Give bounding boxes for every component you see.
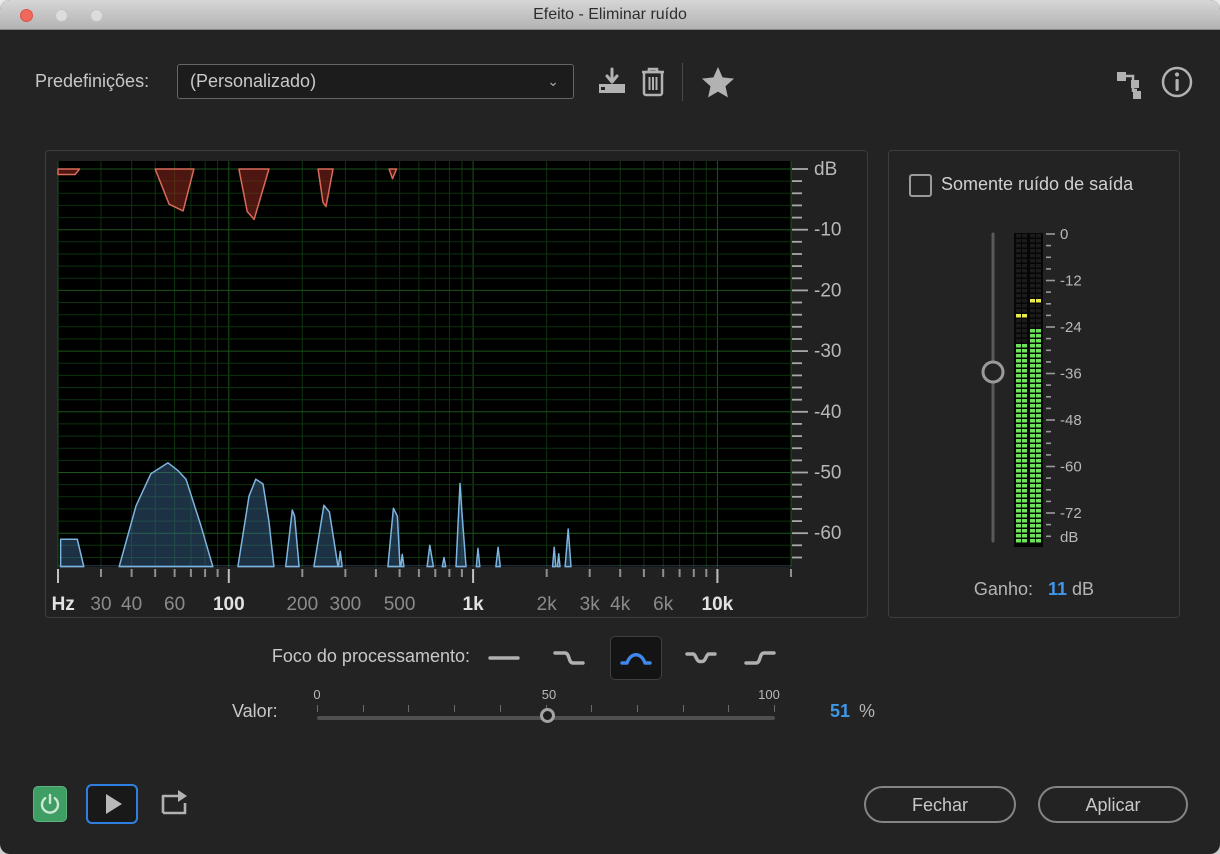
channel-map-button[interactable] bbox=[1112, 66, 1150, 102]
valor-tick bbox=[636, 705, 638, 712]
db-ruler: dB -10 -20 -30 -40 -50 -60 bbox=[792, 159, 841, 559]
trash-icon bbox=[642, 67, 664, 97]
spectrum-graph-panel[interactable]: Hz 30 40 60 100 200 300 500 1k 2k 3k 4k 6k 10k dB -10 -2… bbox=[45, 150, 868, 618]
gain-slider-knob[interactable] bbox=[981, 360, 1005, 384]
meter-scale-label: -60 bbox=[1060, 459, 1082, 476]
focus-focus-high-icon bbox=[744, 651, 776, 665]
db-ruler-label: dB bbox=[814, 159, 837, 180]
focus-focus-extremes-icon bbox=[685, 652, 717, 664]
meter-scale-label: -12 bbox=[1060, 273, 1082, 290]
valor-tick bbox=[408, 705, 410, 712]
meter-scale-label: -36 bbox=[1060, 366, 1082, 383]
titlebar[interactable]: Efeito - Eliminar ruído bbox=[0, 0, 1220, 30]
focus-option-focus-mid[interactable] bbox=[610, 636, 662, 680]
x-axis-label: 40 bbox=[121, 594, 142, 615]
meter-scale-unit: dB bbox=[1060, 529, 1078, 546]
x-axis-label: Hz bbox=[52, 594, 75, 615]
valor-tick bbox=[317, 705, 318, 712]
meter-scale: 0 -12 -24 -36 -48 -60 -72 dB bbox=[1046, 226, 1082, 546]
gain-row: Ganho: 11 dB bbox=[889, 579, 1179, 600]
gain-label: Ganho: bbox=[973, 579, 1033, 599]
valor-tick bbox=[454, 705, 456, 712]
info-icon bbox=[1161, 66, 1193, 98]
valor-tick bbox=[362, 705, 364, 712]
x-axis-label: 60 bbox=[164, 594, 185, 615]
valor-value-number: 51 bbox=[830, 701, 851, 721]
presets-dropdown-value: (Personalizado) bbox=[190, 71, 317, 91]
meter-scale-label: -72 bbox=[1060, 505, 1082, 522]
x-axis-label: 100 bbox=[213, 594, 245, 615]
preview-play-button[interactable] bbox=[86, 784, 138, 824]
x-axis-label: 500 bbox=[384, 594, 416, 615]
meter-scale-label: -48 bbox=[1060, 412, 1082, 429]
valor-scale-min: 0 bbox=[313, 687, 321, 702]
x-axis-label: 300 bbox=[330, 594, 362, 615]
valor-scale-mid: 50 bbox=[541, 687, 557, 702]
x-axis-label: 200 bbox=[286, 594, 318, 615]
gain-unit: dB bbox=[1072, 579, 1095, 599]
focus-option-full-range[interactable] bbox=[478, 636, 530, 680]
x-axis: Hz 30 40 60 100 200 300 500 1k 2k 3k 4k 6k 10k bbox=[52, 569, 792, 615]
processing-focus-label: Foco do processamento: bbox=[271, 646, 470, 666]
meter-scale-label: 0 bbox=[1060, 226, 1068, 243]
spectrum-plot: Hz 30 40 60 100 200 300 500 1k 2k 3k 4k 6k 10k dB -10 -2… bbox=[52, 159, 842, 615]
db-ruler-label: -10 bbox=[814, 220, 841, 241]
meter-scale-label: -24 bbox=[1060, 319, 1082, 336]
signal-baseline bbox=[58, 565, 791, 567]
focus-option-focus-extremes[interactable] bbox=[675, 636, 727, 680]
focus-focus-mid-icon bbox=[620, 653, 652, 665]
window-title: Efeito - Eliminar ruído bbox=[533, 6, 687, 23]
save-preset-button[interactable] bbox=[593, 64, 631, 100]
x-axis-label: 1k bbox=[463, 594, 485, 615]
gain-value[interactable]: 11 bbox=[1048, 579, 1067, 599]
db-ruler-label: -40 bbox=[814, 402, 841, 423]
db-ruler-label: -50 bbox=[814, 463, 841, 484]
valor-scale-max: 100 bbox=[758, 687, 780, 702]
gain-slider-and-level-meter: 0 -12 -24 -36 -48 -60 -72 dB bbox=[981, 226, 1082, 547]
close-button[interactable]: Fechar bbox=[864, 786, 1016, 823]
focus-option-focus-high[interactable] bbox=[734, 636, 786, 680]
valor-tick bbox=[682, 705, 684, 712]
presets-dropdown[interactable]: (Personalizado) ⌄ bbox=[177, 64, 574, 99]
play-icon bbox=[106, 794, 122, 814]
loop-playback-button[interactable] bbox=[154, 784, 194, 824]
db-ruler-label: -30 bbox=[814, 341, 841, 362]
x-axis-label: 2k bbox=[537, 594, 558, 615]
toolbar-separator bbox=[682, 63, 683, 101]
valor-value-unit: % bbox=[859, 701, 876, 721]
x-axis-label: 30 bbox=[90, 594, 111, 615]
info-button[interactable] bbox=[1158, 64, 1196, 100]
db-ruler-label: -60 bbox=[814, 523, 841, 544]
favorite-button[interactable] bbox=[697, 64, 739, 100]
focus-focus-low-icon bbox=[553, 651, 585, 665]
loop-playback-icon bbox=[161, 790, 187, 815]
valor-slider-knob[interactable] bbox=[540, 708, 555, 723]
x-axis-label: 6k bbox=[653, 594, 674, 615]
focus-full-range-icon bbox=[488, 656, 520, 660]
valor-tick bbox=[728, 705, 730, 712]
effect-power-toggle[interactable] bbox=[33, 786, 67, 822]
x-axis-label: 3k bbox=[580, 594, 601, 615]
save-preset-icon bbox=[599, 67, 625, 93]
channel-map-icon bbox=[1117, 72, 1141, 99]
db-ruler-label: -20 bbox=[814, 280, 841, 301]
x-axis-label: 10k bbox=[702, 594, 734, 615]
valor-tick bbox=[499, 705, 501, 712]
output-panel: Somente ruído de saída 0 -12 -24 -36 -48 -60-… bbox=[888, 150, 1180, 618]
focus-option-focus-low[interactable] bbox=[543, 636, 595, 680]
favorite-star-icon bbox=[702, 67, 734, 98]
valor-tick bbox=[774, 705, 775, 712]
delete-preset-button[interactable] bbox=[634, 64, 672, 100]
apply-button[interactable]: Aplicar bbox=[1038, 786, 1188, 823]
presets-label: Predefinições: bbox=[35, 71, 150, 91]
valor-tick bbox=[591, 705, 593, 712]
chevron-down-icon: ⌄ bbox=[547, 73, 559, 89]
valor-label: Valor: bbox=[232, 701, 278, 721]
valor-value: 51 % bbox=[830, 701, 875, 722]
power-icon bbox=[40, 793, 60, 814]
denoise-dialog: Efeito - Eliminar ruído Predefinições: (… bbox=[0, 0, 1220, 854]
x-axis-label: 4k bbox=[610, 594, 631, 615]
